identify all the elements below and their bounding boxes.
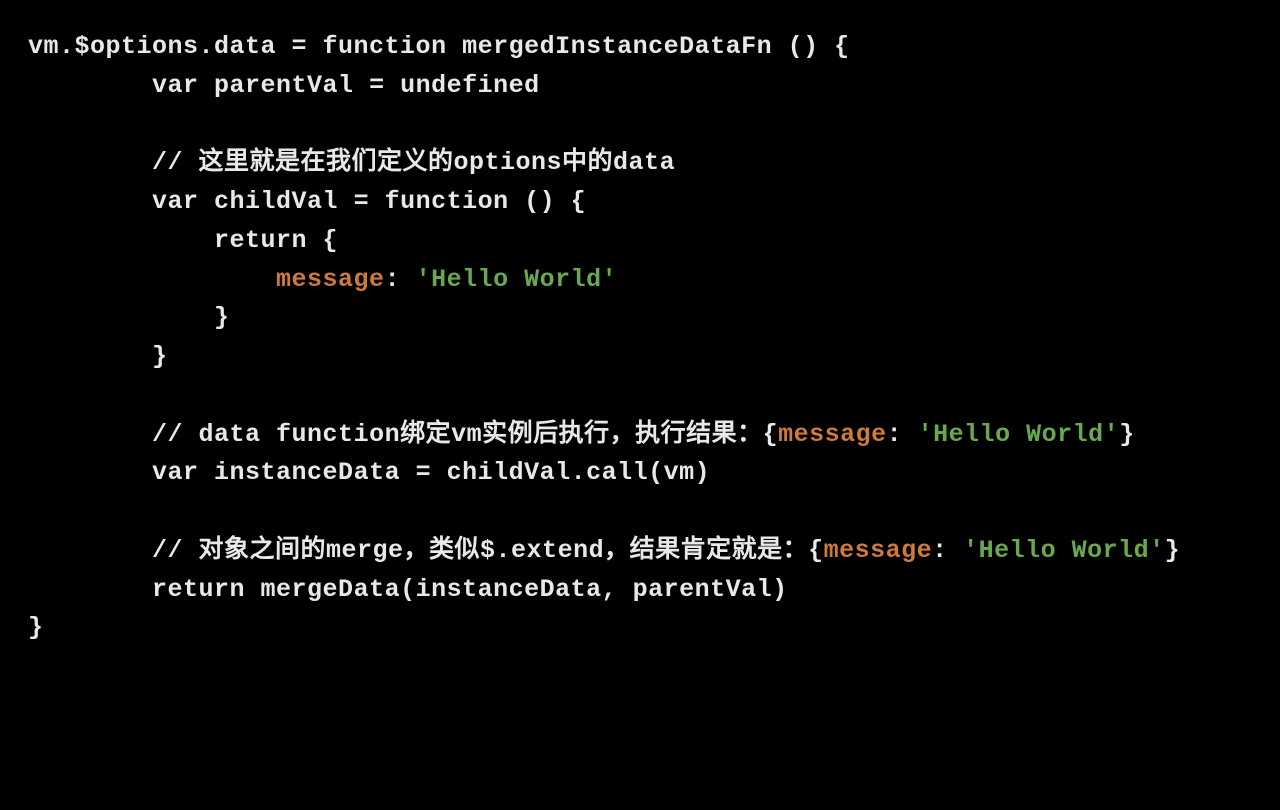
code-string: 'Hello World' [963,536,1165,565]
code-line: } [28,342,168,371]
code-line: return mergeData(instanceData, parentVal… [28,575,788,604]
code-line: } [28,613,44,642]
code-line: var childVal = function () { [28,187,586,216]
code-block: vm.$options.data = function mergedInstan… [0,0,1280,676]
code-comment: // 这里就是在我们定义的options中的data [28,148,675,177]
code-text: : [385,265,416,294]
code-property: message [276,265,385,294]
code-line: } [28,303,230,332]
code-indent [28,265,276,294]
code-text: : [932,536,963,565]
code-property: message [824,536,933,565]
code-text: } [1119,420,1135,449]
code-property: message [778,420,887,449]
code-line: var instanceData = childVal.call(vm) [28,458,710,487]
code-string: 'Hello World' [918,420,1120,449]
code-comment: // 对象之间的merge，类似$.extend，结果肯定就是：{ [28,536,824,565]
code-comment: // data function绑定vm实例后执行，执行结果：{ [28,420,778,449]
code-line: return { [28,226,338,255]
code-text: : [887,420,918,449]
code-line: var parentVal = undefined [28,71,540,100]
code-text: } [1165,536,1181,565]
code-string: 'Hello World' [416,265,618,294]
code-line: vm.$options.data = function mergedInstan… [28,32,850,61]
